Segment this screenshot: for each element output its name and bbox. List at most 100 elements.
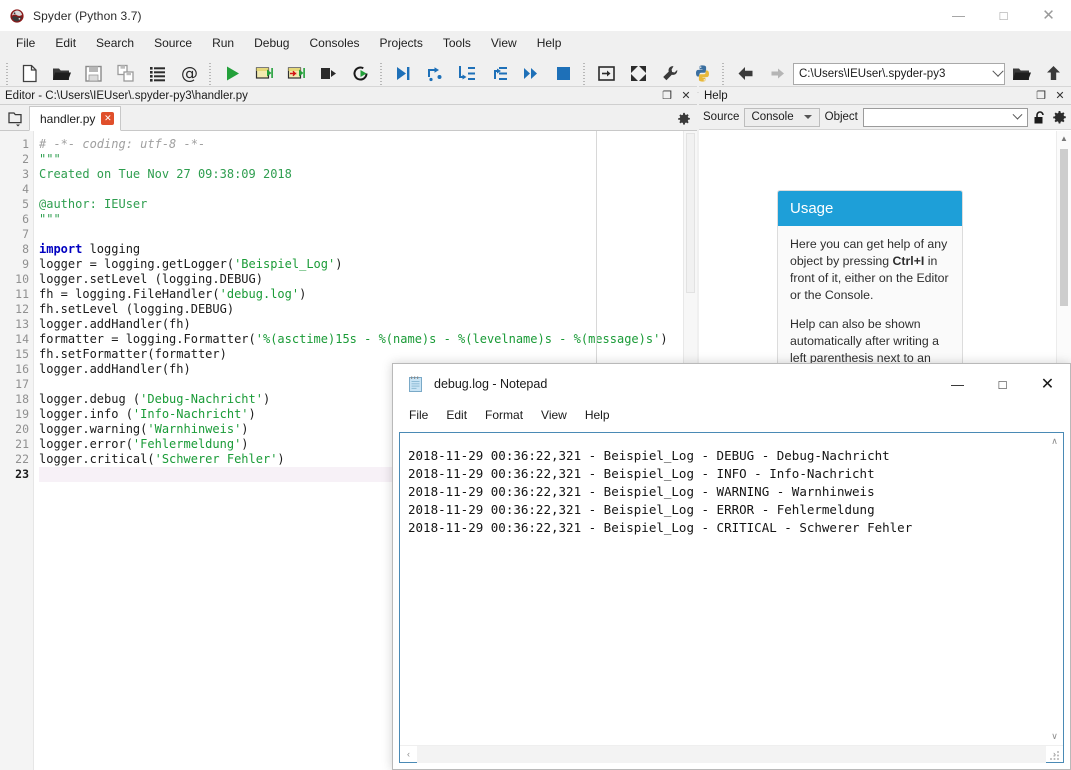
notepad-hscroll-track[interactable] (417, 745, 1046, 763)
save-file-icon[interactable] (77, 58, 109, 90)
notepad-text-area[interactable]: 2018-11-29 00:36:22,321 - Beispiel_Log -… (400, 433, 1063, 745)
preferences-icon[interactable] (654, 58, 686, 90)
notepad-resize-grip[interactable] (1049, 748, 1061, 760)
code-line[interactable]: """ (39, 212, 697, 227)
help-scroll-thumb[interactable] (1060, 149, 1068, 306)
editor-scroll-thumb[interactable] (686, 133, 695, 293)
step-return-icon[interactable] (483, 58, 515, 90)
notepad-scroll-up-icon[interactable]: ∧ (1046, 433, 1063, 450)
toolbar-grip-debug[interactable] (378, 61, 385, 87)
editor-close-button[interactable]: ✕ (678, 88, 694, 104)
file-switcher-icon[interactable] (141, 58, 173, 90)
save-all-icon[interactable] (109, 58, 141, 90)
notepad-scroll-left-icon[interactable]: ‹ (400, 749, 417, 759)
toolbar-grip-nav[interactable] (720, 61, 727, 87)
window-title: Spyder (Python 3.7) (33, 8, 142, 23)
debug-file-icon[interactable] (387, 58, 419, 90)
fullscreen-icon[interactable] (622, 58, 654, 90)
maximize-button[interactable]: □ (981, 0, 1026, 31)
stop-debug-icon[interactable] (547, 58, 579, 90)
chevron-down-icon[interactable] (1012, 109, 1023, 120)
toolbar-grip-run[interactable] (207, 61, 214, 87)
help-options-icon[interactable] (1052, 110, 1067, 125)
path-combobox[interactable]: C:\Users\IEUser\.spyder-py3 (793, 62, 1005, 85)
code-line[interactable]: import logging (39, 242, 697, 257)
help-undock-button[interactable]: ❐ (1033, 88, 1049, 104)
editor-tab-handler-py[interactable]: handler.py ✕ (29, 106, 122, 131)
menu-edit[interactable]: Edit (45, 33, 86, 53)
maximize-pane-icon[interactable] (590, 58, 622, 90)
notepad-menu-edit[interactable]: Edit (437, 406, 476, 424)
unlock-icon[interactable] (1033, 110, 1047, 125)
code-line[interactable] (39, 227, 697, 242)
toolbar-grip-misc[interactable] (581, 61, 588, 87)
notepad-menu-file[interactable]: File (400, 406, 437, 424)
code-line[interactable]: fh.setFormatter(formatter) (39, 347, 697, 362)
editor-undock-button[interactable]: ❐ (659, 88, 675, 104)
find-in-files-icon[interactable]: @ (173, 58, 205, 90)
step-into-icon[interactable] (451, 58, 483, 90)
minimize-button[interactable]: — (936, 0, 981, 31)
notepad-menu-format[interactable]: Format (476, 406, 532, 424)
menu-run[interactable]: Run (202, 33, 244, 53)
menu-projects[interactable]: Projects (370, 33, 433, 53)
rerun-file-icon[interactable] (344, 58, 376, 90)
toolbar-grip[interactable] (4, 61, 11, 87)
menu-debug[interactable]: Debug (244, 33, 299, 53)
code-line[interactable]: logger.setLevel (logging.DEBUG) (39, 272, 697, 287)
code-line[interactable]: """ (39, 152, 697, 167)
run-selection-icon[interactable] (312, 58, 344, 90)
code-line[interactable]: logger.addHandler(fh) (39, 317, 697, 332)
menu-tools[interactable]: Tools (433, 33, 481, 53)
spyder-icon (9, 8, 25, 24)
up-arrow-icon[interactable] (1037, 58, 1069, 90)
run-cell-icon[interactable] (248, 58, 280, 90)
browse-folder-icon[interactable] (1005, 58, 1037, 90)
close-button[interactable]: ✕ (1026, 0, 1071, 31)
python-path-icon[interactable] (686, 58, 718, 90)
editor-options-icon[interactable] (677, 112, 691, 126)
code-line[interactable]: fh.setLevel (logging.DEBUG) (39, 302, 697, 317)
menu-file[interactable]: File (6, 33, 45, 53)
code-line[interactable]: fh = logging.FileHandler('debug.log') (39, 287, 697, 302)
help-source-combobox[interactable]: Console (744, 107, 820, 127)
usage-paragraph-1: Here you can get help of any object by p… (790, 236, 950, 304)
code-line[interactable]: formatter = logging.Formatter('%(asctime… (39, 332, 697, 347)
editor-tab-close-icon[interactable]: ✕ (101, 112, 115, 125)
menu-help[interactable]: Help (527, 33, 572, 53)
code-token: 'Info-Nachricht' (132, 407, 249, 421)
notepad-menu-help[interactable]: Help (576, 406, 619, 424)
open-file-icon[interactable] (45, 58, 77, 90)
help-scroll-up-icon[interactable]: ▲ (1057, 131, 1071, 146)
notepad-log-line: 2018-11-29 00:36:22,321 - Beispiel_Log -… (408, 466, 875, 481)
new-file-icon[interactable] (13, 58, 45, 90)
step-over-icon[interactable] (419, 58, 451, 90)
back-arrow-icon[interactable] (729, 58, 761, 90)
chevron-down-icon[interactable] (803, 115, 812, 119)
notepad-close-button[interactable]: ✕ (1025, 364, 1070, 404)
notepad-horizontal-scrollbar[interactable]: ‹ › (400, 745, 1063, 763)
code-line[interactable]: logger = logging.getLogger('Beispiel_Log… (39, 257, 697, 272)
menu-consoles[interactable]: Consoles (299, 33, 369, 53)
code-line[interactable]: @author: IEUser (39, 197, 697, 212)
forward-arrow-icon[interactable] (761, 58, 793, 90)
run-cell-advance-icon[interactable] (280, 58, 312, 90)
notepad-menu-view[interactable]: View (532, 406, 576, 424)
menu-source[interactable]: Source (144, 33, 202, 53)
continue-icon[interactable] (515, 58, 547, 90)
notepad-minimize-button[interactable]: — (935, 364, 980, 404)
menu-search[interactable]: Search (86, 33, 144, 53)
code-line[interactable]: # -*- coding: utf-8 -*- (39, 137, 697, 152)
code-line[interactable]: Created on Tue Nov 27 09:38:09 2018 (39, 167, 697, 182)
notepad-maximize-button[interactable]: □ (980, 364, 1025, 404)
help-object-input[interactable] (862, 107, 1028, 127)
notepad-vertical-scrollbar[interactable]: ∧ ∨ (1046, 433, 1063, 745)
menu-view[interactable]: View (481, 33, 527, 53)
chevron-down-icon[interactable] (992, 65, 1004, 77)
notepad-scroll-down-icon[interactable]: ∨ (1046, 728, 1063, 745)
run-file-icon[interactable] (216, 58, 248, 90)
help-close-button[interactable]: ✕ (1052, 88, 1068, 104)
browse-tabs-icon[interactable] (3, 106, 27, 130)
notepad-icon (407, 376, 424, 393)
code-line[interactable] (39, 182, 697, 197)
